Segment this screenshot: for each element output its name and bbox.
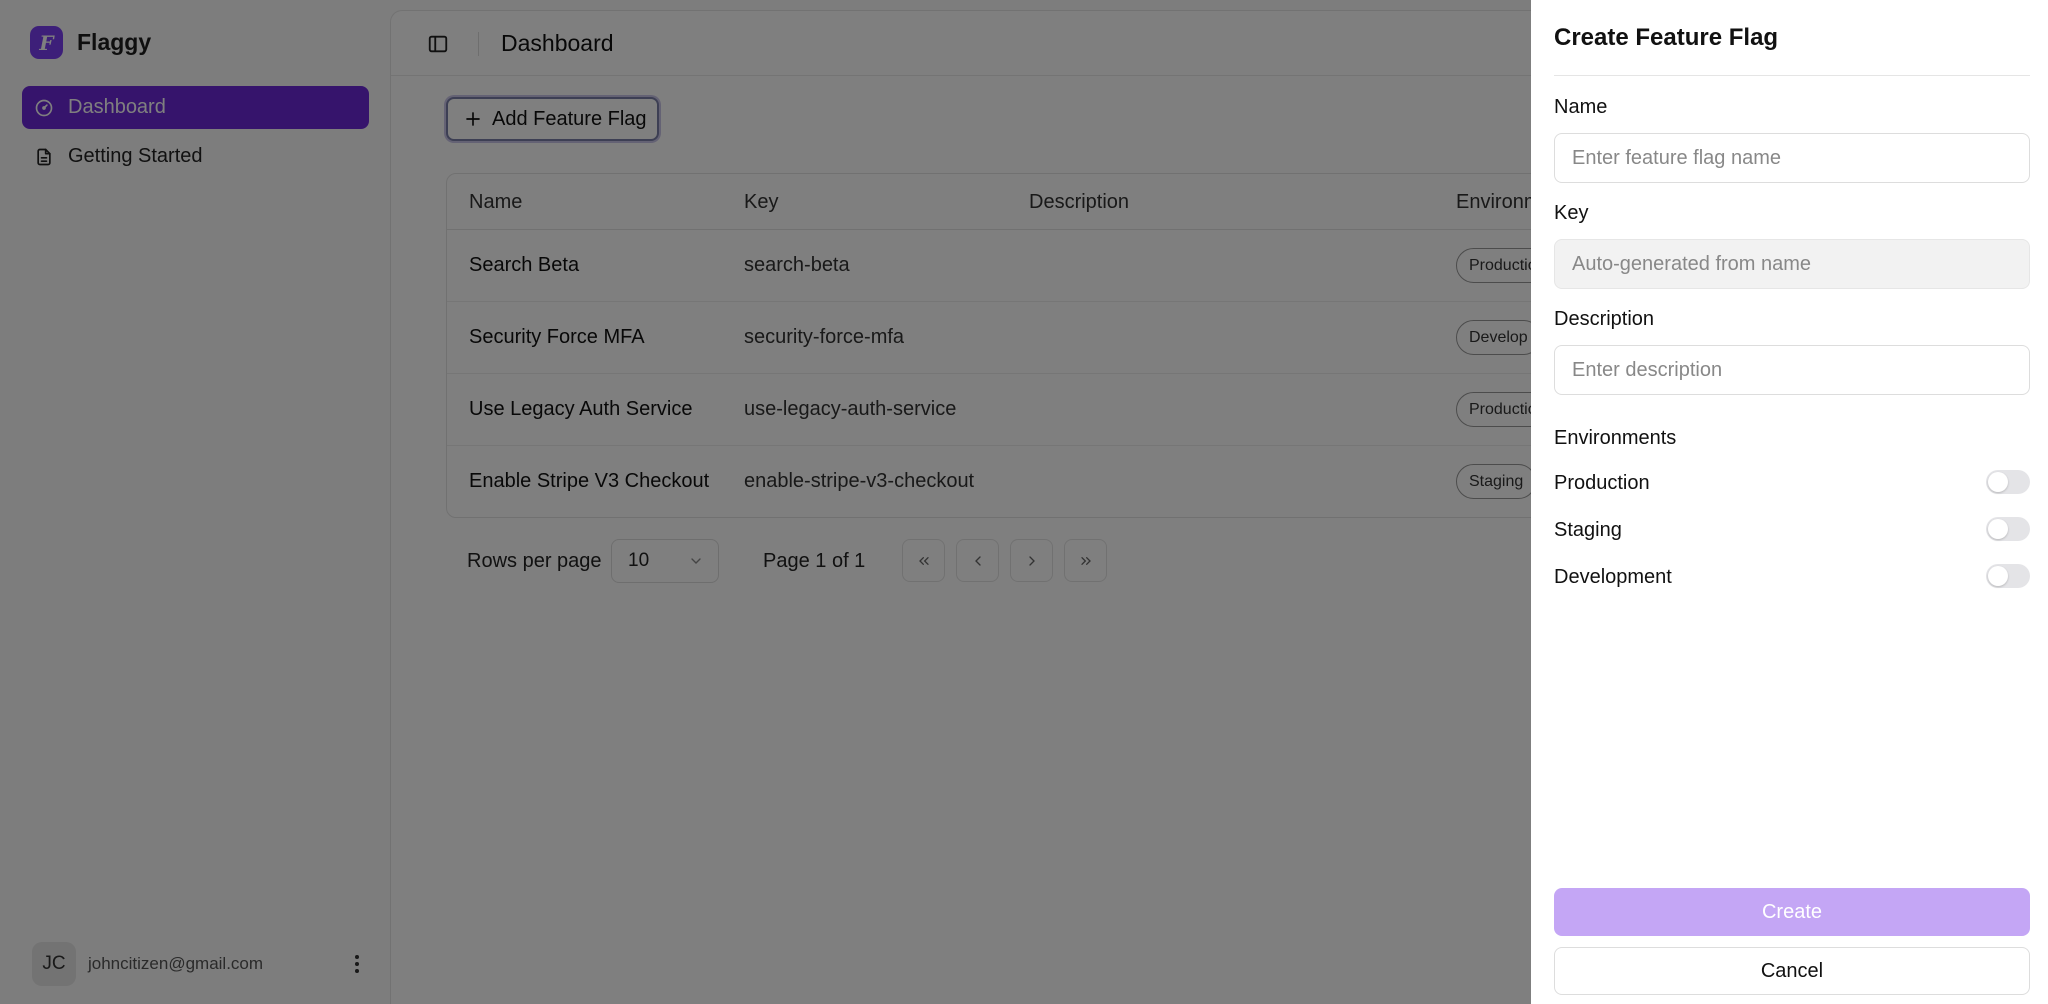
development-toggle[interactable] [1986,564,2030,588]
description-label: Description [1554,308,1655,330]
environment-row-production: Production [1554,470,2030,496]
description-input[interactable] [1554,345,2030,395]
toggle-knob [1988,472,2008,492]
environment-row-staging: Staging [1554,517,2030,543]
production-toggle[interactable] [1986,470,2030,494]
environment-label: Production [1554,472,1650,494]
key-input[interactable] [1554,239,2030,289]
environments-heading: Environments [1554,427,1677,449]
create-button[interactable]: Create [1554,888,2030,936]
name-input[interactable] [1554,133,2030,183]
environment-row-development: Development [1554,564,2030,590]
cancel-button[interactable]: Cancel [1554,947,2030,995]
environment-label: Staging [1554,519,1622,541]
divider [1554,75,2030,76]
staging-toggle[interactable] [1986,517,2030,541]
drawer-title: Create Feature Flag [1554,24,1779,51]
name-label: Name [1554,96,1608,118]
toggle-knob [1988,566,2008,586]
key-label: Key [1554,202,1589,224]
toggle-knob [1988,519,2008,539]
create-feature-flag-drawer: Create Feature Flag Name Key Description… [1531,0,2048,1004]
environment-label: Development [1554,566,1672,588]
